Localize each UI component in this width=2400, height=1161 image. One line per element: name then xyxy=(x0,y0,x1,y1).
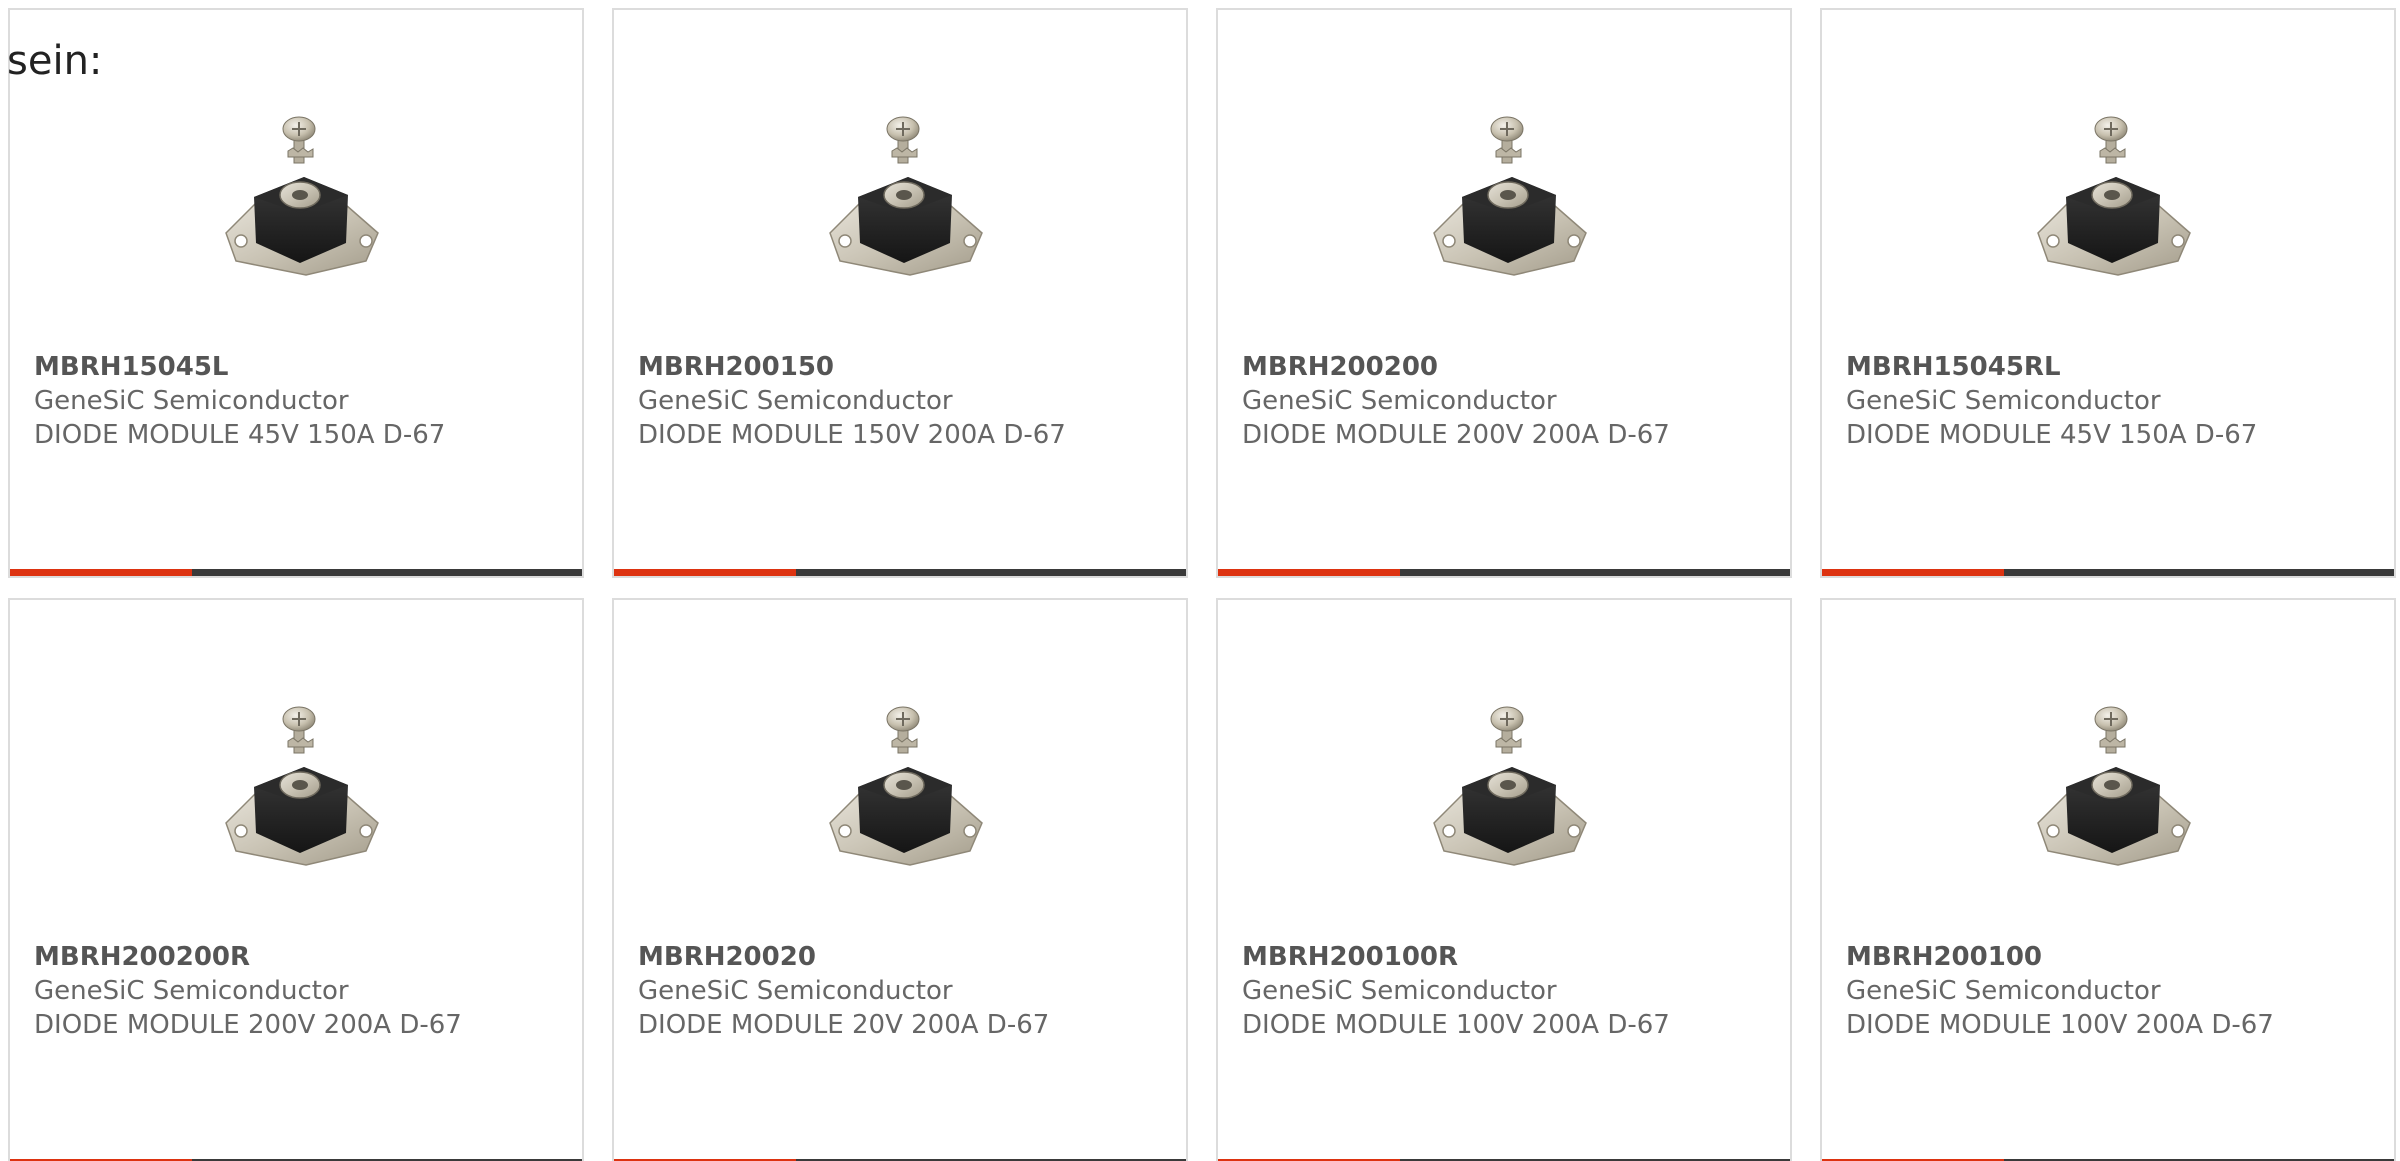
product-info: MBRH200200 GeneSiC Semiconductor DIODE M… xyxy=(1242,350,1774,452)
card-bar-accent xyxy=(1218,569,1400,576)
product-card[interactable]: MBRH20020 GeneSiC Semiconductor DIODE MO… xyxy=(612,598,1188,1161)
manufacturer: GeneSiC Semiconductor xyxy=(638,386,953,416)
description: DIODE MODULE 200V 200A D-67 xyxy=(1242,420,1670,450)
card-bar-accent xyxy=(614,569,796,576)
card-bar-accent xyxy=(10,569,192,576)
product-card[interactable]: MBRH15045RL GeneSiC Semiconductor DIODE … xyxy=(1820,8,2396,578)
part-number[interactable]: MBRH200150 xyxy=(638,350,1170,384)
product-info: MBRH200150 GeneSiC Semiconductor DIODE M… xyxy=(638,350,1170,452)
intro-text: sein: xyxy=(7,38,103,84)
product-info: MBRH20020 GeneSiC Semiconductor DIODE MO… xyxy=(638,940,1170,1042)
product-image xyxy=(800,85,1000,285)
card-bar xyxy=(1218,569,1790,576)
manufacturer: GeneSiC Semiconductor xyxy=(34,976,349,1006)
card-bar xyxy=(10,569,582,576)
page: sein: MBRH15045L GeneSiC Semiconductor D… xyxy=(0,0,2400,1161)
product-card[interactable]: MBRH200100 GeneSiC Semiconductor DIODE M… xyxy=(1820,598,2396,1161)
product-card[interactable]: MBRH200200 GeneSiC Semiconductor DIODE M… xyxy=(1216,8,1792,578)
product-info: MBRH15045RL GeneSiC Semiconductor DIODE … xyxy=(1846,350,2378,452)
product-info: MBRH200200R GeneSiC Semiconductor DIODE … xyxy=(34,940,566,1042)
part-number[interactable]: MBRH15045RL xyxy=(1846,350,2378,384)
product-card[interactable]: MBRH200150 GeneSiC Semiconductor DIODE M… xyxy=(612,8,1188,578)
part-number[interactable]: MBRH200200 xyxy=(1242,350,1774,384)
manufacturer: GeneSiC Semiconductor xyxy=(1846,976,2161,1006)
product-image xyxy=(196,85,396,285)
part-number[interactable]: MBRH20020 xyxy=(638,940,1170,974)
description: DIODE MODULE 100V 200A D-67 xyxy=(1846,1010,2274,1040)
description: DIODE MODULE 45V 150A D-67 xyxy=(34,420,446,450)
manufacturer: GeneSiC Semiconductor xyxy=(1242,976,1557,1006)
product-image xyxy=(800,675,1000,875)
card-bar xyxy=(614,569,1186,576)
product-card[interactable]: MBRH200100R GeneSiC Semiconductor DIODE … xyxy=(1216,598,1792,1161)
description: DIODE MODULE 100V 200A D-67 xyxy=(1242,1010,1670,1040)
product-image xyxy=(196,675,396,875)
part-number[interactable]: MBRH200100R xyxy=(1242,940,1774,974)
product-image xyxy=(1404,675,1604,875)
description: DIODE MODULE 200V 200A D-67 xyxy=(34,1010,462,1040)
product-image xyxy=(2008,675,2208,875)
manufacturer: GeneSiC Semiconductor xyxy=(34,386,349,416)
product-image xyxy=(2008,85,2208,285)
part-number[interactable]: MBRH15045L xyxy=(34,350,566,384)
description: DIODE MODULE 45V 150A D-67 xyxy=(1846,420,2258,450)
part-number[interactable]: MBRH200200R xyxy=(34,940,566,974)
product-image xyxy=(1404,85,1604,285)
product-info: MBRH200100 GeneSiC Semiconductor DIODE M… xyxy=(1846,940,2378,1042)
card-bar xyxy=(1822,569,2394,576)
description: DIODE MODULE 20V 200A D-67 xyxy=(638,1010,1050,1040)
manufacturer: GeneSiC Semiconductor xyxy=(1242,386,1557,416)
manufacturer: GeneSiC Semiconductor xyxy=(1846,386,2161,416)
manufacturer: GeneSiC Semiconductor xyxy=(638,976,953,1006)
product-info: MBRH200100R GeneSiC Semiconductor DIODE … xyxy=(1242,940,1774,1042)
part-number[interactable]: MBRH200100 xyxy=(1846,940,2378,974)
product-card[interactable]: MBRH200200R GeneSiC Semiconductor DIODE … xyxy=(8,598,584,1161)
card-bar-accent xyxy=(1822,569,2004,576)
product-info: MBRH15045L GeneSiC Semiconductor DIODE M… xyxy=(34,350,566,452)
description: DIODE MODULE 150V 200A D-67 xyxy=(638,420,1066,450)
product-card[interactable]: MBRH15045L GeneSiC Semiconductor DIODE M… xyxy=(8,8,584,578)
